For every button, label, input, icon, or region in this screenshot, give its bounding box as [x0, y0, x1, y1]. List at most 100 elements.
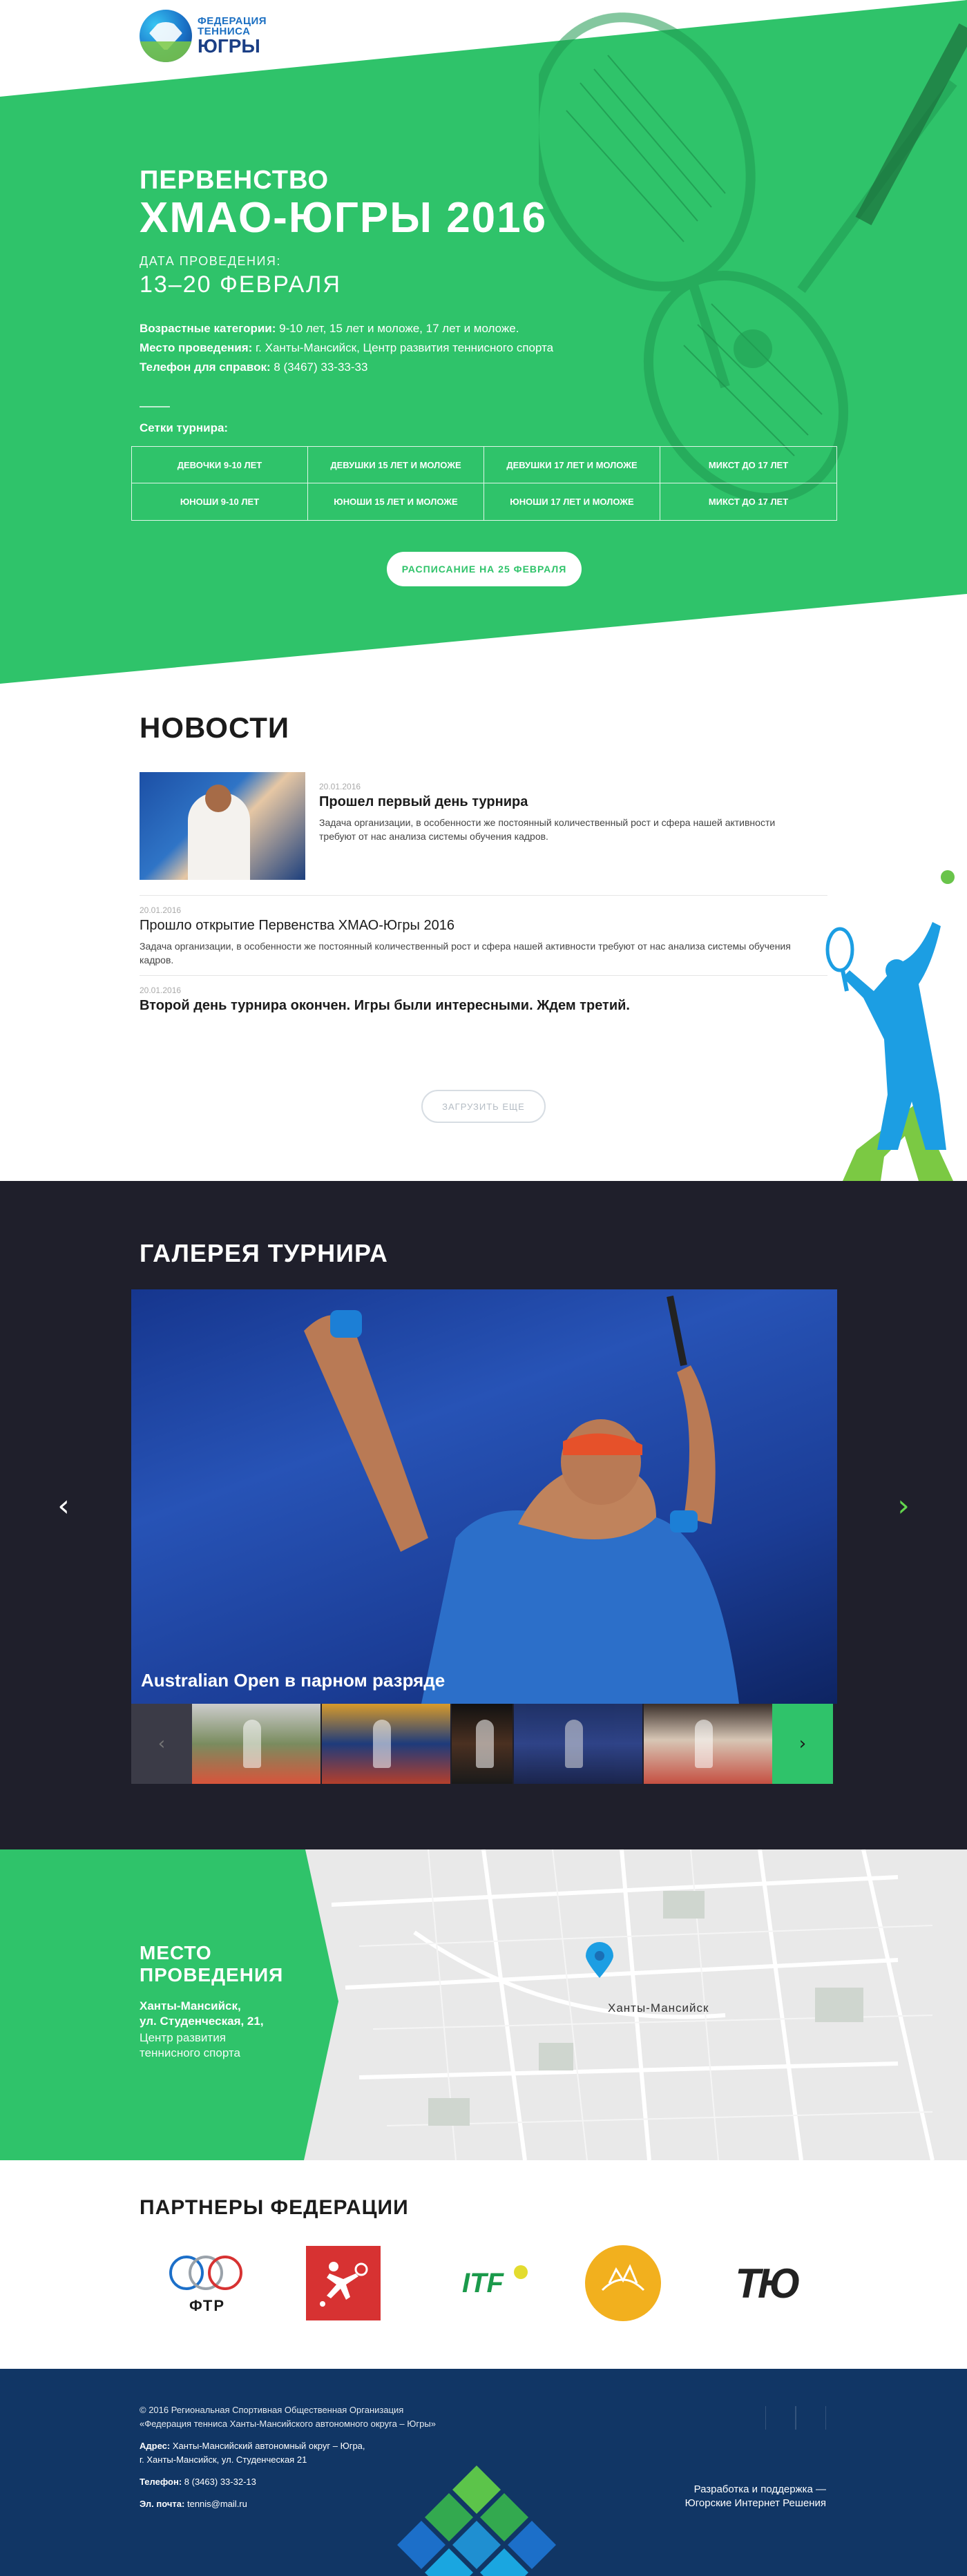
news-photo[interactable]: [140, 772, 305, 880]
news-date: 20.01.2016: [319, 782, 361, 791]
ugra-ornament-icon: [397, 2466, 556, 2576]
logo-text: ФЕДЕРАЦИЯ ТЕННИСА ЮГРЫ: [198, 16, 267, 56]
partner-logo-tennis-player[interactable]: [306, 2246, 381, 2320]
tennis-player-logo-icon: [140, 10, 192, 62]
news-description: Задача организации, в особенности же пос…: [140, 941, 791, 965]
ftr-rings-icon: [169, 2251, 245, 2293]
map-pin-icon[interactable]: [586, 1942, 613, 1978]
gallery-caption: Australian Open в парном разряде: [141, 1670, 446, 1691]
tournament-grids-label: Сетки турнира:: [140, 421, 229, 435]
hero-title-line-1: ПЕРВЕНСТВО: [140, 166, 329, 195]
schedule-button[interactable]: РАСПИСАНИЕ НА 25 ФЕВРАЛЯ: [387, 552, 582, 586]
ftr-label: ФТР: [189, 2297, 226, 2314]
gallery-thumbnail[interactable]: [644, 1704, 772, 1784]
hero-info-venue: Место проведения: г. Ханты-Мансийск, Цен…: [140, 338, 553, 358]
location-section: МЕСТО ПРОВЕДЕНИЯ Ханты-Мансийск, ул. Сту…: [0, 1849, 967, 2160]
grid-link-girls-15[interactable]: ДЕВУШКИ 15 ЛЕТ И МОЛОЖЕ: [308, 447, 484, 483]
grid-link-girls-9-10[interactable]: ДЕВОЧКИ 9-10 ЛЕТ: [132, 447, 308, 483]
partner-logo-itf[interactable]: ITF: [438, 2256, 528, 2311]
site-footer: © 2016 Региональная Спортивная Обществен…: [0, 2369, 967, 2576]
thumb-prev-arrow-icon[interactable]: ‹: [131, 1704, 192, 1784]
hero-info: Возрастные категории: 9-10 лет, 15 лет и…: [140, 319, 553, 377]
news-item[interactable]: 20.01.2016 Второй день турнира окончен. …: [140, 976, 827, 1022]
grid-link-boys-15[interactable]: ЮНОШИ 15 ЛЕТ И МОЛОЖЕ: [308, 483, 484, 520]
grid-link-mixed-17-row2[interactable]: МИКСТ ДО 17 ЛЕТ: [660, 483, 836, 520]
footer-developer[interactable]: Разработка и поддержка — Югорские Интерн…: [670, 2483, 826, 2510]
grid-link-boys-17[interactable]: ЮНОШИ 17 ЛЕТ И МОЛОЖЕ: [484, 483, 660, 520]
location-place-line-2: теннисного спорта: [140, 2046, 240, 2059]
news-item-featured[interactable]: 20.01.2016 Прошел первый день турнира За…: [140, 772, 827, 896]
hero-info-phone: Телефон для справок: 8 (3467) 33-33-33: [140, 358, 553, 377]
footer-copyright-line-1: © 2016 Региональная Спортивная Обществен…: [140, 2405, 404, 2415]
footer-address: Адрес: Ханты-Мансийский автономный округ…: [140, 2439, 436, 2467]
gallery-thumbnail[interactable]: [192, 1704, 320, 1784]
news-date: 20.01.2016: [140, 986, 182, 995]
hero-info-venue-label: Место проведения:: [140, 341, 253, 355]
partner-logos: ФТР ITF ТЮ: [166, 2242, 815, 2325]
partner-logo-tennis-ball[interactable]: [585, 2245, 661, 2321]
tennis-ball-icon: [601, 2264, 645, 2291]
hero-title-line-2: ХМАО-ЮГРЫ 2016: [140, 194, 548, 242]
footer-email-link[interactable]: tennis@mail.ru: [184, 2499, 247, 2509]
hero-info-phone-value: 8 (3467) 33-33-33: [270, 361, 368, 374]
hero-section: ФЕДЕРАЦИЯ ТЕННИСА ЮГРЫ ПЕРВЕНСТВО ХМАО-Ю…: [0, 0, 967, 684]
footer-address-label: Адрес:: [140, 2441, 171, 2451]
hero-info-venue-value: г. Ханты-Мансийск, Центр развития теннис…: [252, 341, 554, 355]
gallery-thumbnail[interactable]: [514, 1704, 642, 1784]
grid-link-boys-9-10[interactable]: ЮНОШИ 9-10 ЛЕТ: [132, 483, 308, 520]
news-date: 20.01.2016: [140, 905, 182, 915]
footer-developer-line-2: Югорские Интернет Решения: [684, 2497, 826, 2509]
hero-content: ПЕРВЕНСТВО ХМАО-ЮГРЫ 2016 ДАТА ПРОВЕДЕНИ…: [140, 166, 553, 435]
footer-email-label: Эл. почта:: [140, 2499, 185, 2509]
location-place-line-1: Центр развития: [140, 2031, 226, 2044]
social-link-icon[interactable]: [765, 2406, 796, 2430]
hero-info-phone-label: Телефон для справок:: [140, 361, 271, 374]
partner-logo-ftr[interactable]: ФТР: [166, 2245, 249, 2321]
logo-line-1: ФЕДЕРАЦИЯ: [198, 15, 267, 27]
news-section: НОВОСТИ 20.01.2016 Прошел первый день ту…: [0, 684, 967, 1181]
gallery-main-image[interactable]: Australian Open в парном разряде: [131, 1289, 837, 1704]
partners-heading: ПАРТНЕРЫ ФЕДЕРАЦИИ: [140, 2196, 409, 2219]
load-more-button[interactable]: ЗАГРУЗИТЬ ЕЩЕ: [421, 1090, 546, 1123]
footer-copyright: © 2016 Региональная Спортивная Обществен…: [140, 2403, 436, 2431]
tennis-player-silhouette-icon: [825, 922, 953, 1181]
news-heading: НОВОСТИ: [140, 711, 290, 744]
gallery-section: ГАЛЕРЕЯ ТУРНИРА ‹ › Australian Open в па…: [0, 1181, 967, 1849]
hero-info-age: Возрастные категории: 9-10 лет, 15 лет и…: [140, 319, 553, 338]
gallery-thumbnail[interactable]: [452, 1704, 513, 1784]
partners-section: ПАРТНЕРЫ ФЕДЕРАЦИИ ФТР ITF ТЮ: [0, 2160, 967, 2369]
footer-phone-value[interactable]: 8 (3463) 33-32-13: [182, 2477, 256, 2487]
location-address: Ханты-Мансийск, ул. Студенческая, 21,: [140, 1999, 305, 2029]
news-title-link[interactable]: Прошел первый день турнира: [319, 794, 789, 810]
hero-divider: [140, 406, 170, 408]
social-link-icon[interactable]: [796, 2406, 826, 2430]
gallery-thumbnail[interactable]: [322, 1704, 450, 1784]
gallery-next-arrow-icon[interactable]: ›: [890, 1488, 917, 1524]
logo-line-3: ЮГРЫ: [198, 35, 260, 57]
news-description: Задача организации, в особенности же пос…: [319, 817, 776, 842]
footer-copyright-line-2: «Федерация тенниса Ханты-Мансийского авт…: [140, 2419, 436, 2429]
grid-link-mixed-17-row1[interactable]: МИКСТ ДО 17 ЛЕТ: [660, 447, 836, 483]
grid-link-girls-17[interactable]: ДЕВУШКИ 17 ЛЕТ И МОЛОЖЕ: [484, 447, 660, 483]
partner-logo-tu[interactable]: ТЮ: [718, 2252, 815, 2314]
thumb-next-arrow-icon[interactable]: ›: [772, 1704, 833, 1784]
footer-address-line-2: г. Ханты-Мансийск, ул. Студенческая 21: [140, 2454, 307, 2465]
location-address-line-1: Ханты-Мансийск,: [140, 1999, 241, 2012]
tournament-grids-table: ДЕВОЧКИ 9-10 ЛЕТ ДЕВУШКИ 15 ЛЕТ И МОЛОЖЕ…: [131, 446, 837, 521]
location-content: МЕСТО ПРОВЕДЕНИЯ Ханты-Мансийск, ул. Сту…: [140, 1942, 305, 2061]
news-item[interactable]: 20.01.2016 Прошло открытие Первенства ХМ…: [140, 896, 827, 976]
tennis-rackets-illustration: [539, 12, 967, 503]
hero-info-age-value: 9-10 лет, 15 лет и моложе, 17 лет и моло…: [276, 322, 519, 336]
location-title: МЕСТО ПРОВЕДЕНИЯ: [140, 1942, 284, 1986]
federation-logo[interactable]: ФЕДЕРАЦИЯ ТЕННИСА ЮГРЫ: [140, 10, 267, 62]
location-address-line-2: ул. Студенческая, 21,: [140, 2015, 264, 2028]
news-title-link[interactable]: Второй день турнира окончен. Игры были и…: [140, 998, 827, 1014]
news-title-link[interactable]: Прошло открытие Первенства ХМАО-Югры 201…: [140, 918, 827, 934]
news-list: 20.01.2016 Прошел первый день турнира За…: [140, 772, 827, 1022]
footer-social-links: [765, 2406, 826, 2430]
footer-address-line-1: Ханты-Мансийский автономный округ – Югра…: [170, 2441, 365, 2451]
gallery-prev-arrow-icon[interactable]: ‹: [50, 1488, 77, 1524]
hero-info-age-label: Возрастные категории:: [140, 322, 276, 336]
map-city-label: Ханты-Мансийск: [608, 2001, 709, 2015]
hero-date: 13–20 ФЕВРАЛЯ: [140, 271, 341, 298]
